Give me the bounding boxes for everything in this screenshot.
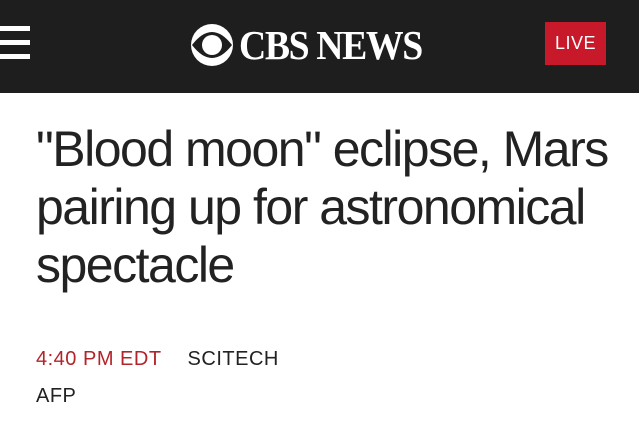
article-source: AFP [36, 385, 77, 407]
cbs-news-logo[interactable]: CBS NEWS [190, 20, 438, 70]
menu-line [0, 40, 30, 45]
article-meta: 4:40 PM EDT SCITECH [36, 347, 279, 371]
top-navigation-bar: CBS NEWS LIVE [0, 0, 639, 93]
brand-name: CBS NEWS [239, 21, 423, 68]
page: CBS NEWS LIVE "Blood moon" eclipse, Mars… [0, 0, 639, 430]
article-headline: "Blood moon" eclipse, Mars pairing up fo… [36, 121, 609, 293]
publish-time: 4:40 PM EDT [36, 348, 162, 370]
hamburger-menu-icon[interactable] [0, 24, 34, 62]
cbs-eye-logo-icon [191, 24, 233, 66]
live-button[interactable]: LIVE [545, 22, 606, 65]
menu-line [0, 26, 30, 31]
section-link[interactable]: SCITECH [188, 348, 279, 370]
menu-line [0, 54, 30, 59]
